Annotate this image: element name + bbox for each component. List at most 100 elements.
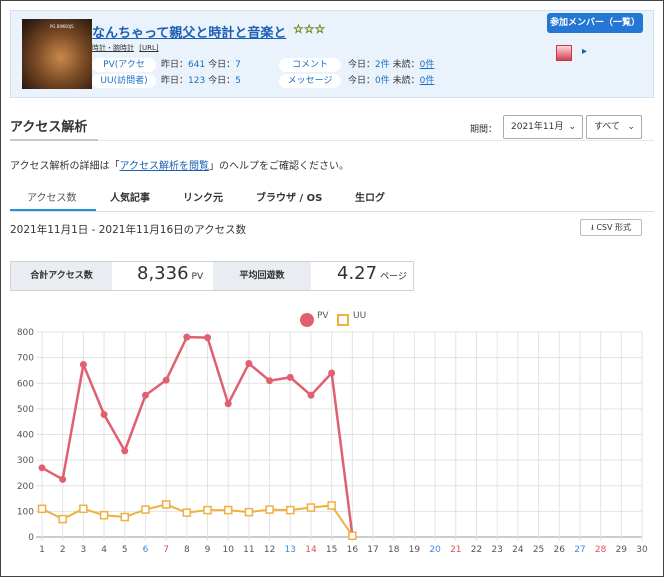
help-link[interactable]: アクセス解析を閲覧	[120, 161, 210, 172]
x-tick-label: 15	[326, 545, 337, 552]
pv-point	[79, 361, 87, 369]
csv-button-label: CSV 形式	[596, 223, 632, 232]
csv-export-button[interactable]: ⭳ CSV 形式	[580, 219, 642, 236]
period-select-value: 2021年11月	[511, 122, 564, 132]
tab-raw-log[interactable]: 生ログ	[355, 189, 385, 204]
x-tick-label: 27	[574, 545, 585, 552]
period-label: 期間：	[470, 125, 498, 135]
y-tick-label: 500	[17, 405, 34, 415]
pv-point	[100, 411, 108, 419]
x-tick-label: 20	[429, 545, 441, 552]
x-tick-label: 7	[163, 545, 169, 552]
uu-label: UU(訪問者)	[92, 74, 156, 88]
uu-point	[120, 512, 130, 522]
date-range-text: 2021年11月1日 - 2021年11月16日のアクセス数	[10, 224, 247, 236]
x-tick-label: 21	[450, 545, 461, 552]
tab-referrers[interactable]: リンク元	[183, 189, 223, 204]
y-tick-label: 200	[17, 482, 34, 492]
tab-popular-articles[interactable]: 人気記事	[110, 189, 150, 204]
blog-sublinks: 時計・腕時計 [URL]	[92, 43, 162, 53]
uu-point	[244, 507, 254, 517]
avg-pages-value: 4.27 ページ	[337, 263, 407, 284]
x-tick-label: 22	[471, 545, 482, 552]
pv-point	[183, 333, 191, 341]
uu-point	[223, 505, 233, 515]
avg-pages-label: 平均回遊数	[213, 262, 311, 290]
pv-point	[245, 360, 253, 368]
chevron-right-icon[interactable]: ▸	[582, 46, 587, 57]
x-tick-label: 14	[305, 545, 317, 552]
pv-point	[141, 391, 149, 399]
chevron-down-icon: ⌄	[627, 122, 635, 132]
y-tick-label: 300	[17, 456, 34, 466]
x-tick-label: 11	[243, 545, 254, 552]
page-title: アクセス解析	[10, 120, 88, 135]
uu-point	[306, 503, 316, 512]
message-stats: 今日：0件 未読：0件	[348, 76, 435, 86]
x-tick-label: 25	[533, 545, 544, 552]
active-tab-indicator	[10, 209, 96, 211]
y-tick-label: 800	[17, 328, 34, 338]
pv-point	[286, 373, 294, 381]
uu-point	[348, 531, 357, 540]
pv-label: PV(アクセス)	[92, 58, 156, 84]
tabs-divider	[10, 211, 654, 212]
pv-point	[328, 369, 336, 377]
x-tick-label: 2	[60, 545, 66, 552]
comment-unread-link[interactable]: 0件	[420, 60, 435, 70]
y-tick-label: 700	[17, 354, 34, 364]
x-tick-label: 6	[143, 545, 149, 552]
pv-point	[307, 391, 315, 399]
divider	[98, 140, 654, 141]
chevron-down-icon: ⌄	[568, 122, 576, 132]
x-tick-label: 12	[264, 545, 275, 552]
help-text: アクセス解析の詳細は「アクセス解析を閲覧」のヘルプをご確認ください。	[10, 161, 349, 172]
member-list-button[interactable]: 参加メンバー（一覧）	[547, 13, 643, 33]
pv-stats: 昨日：641 今日：7	[161, 60, 241, 70]
x-tick-label: 8	[184, 545, 190, 552]
uu-point	[182, 508, 192, 517]
blog-thumbnail[interactable]: PG BIMBOJS	[22, 19, 92, 89]
x-tick-label: 26	[554, 545, 566, 552]
pv-point	[204, 334, 212, 342]
tab-access-count[interactable]: アクセス数	[27, 189, 77, 204]
pv-point	[59, 475, 67, 483]
x-tick-label: 10	[222, 545, 234, 552]
x-tick-label: 5	[122, 545, 128, 552]
thumbnail-caption: PG BIMBOJS	[50, 24, 74, 29]
x-tick-label: 3	[81, 545, 87, 552]
uu-point	[37, 504, 47, 514]
pv-point	[121, 447, 129, 455]
uu-point	[265, 505, 274, 514]
x-tick-label: 24	[512, 545, 524, 552]
y-tick-label: 600	[17, 379, 34, 389]
blog-title[interactable]: なんちゃって親父と時計と音楽と	[92, 22, 286, 41]
x-tick-label: 19	[409, 545, 421, 552]
uu-point	[203, 505, 212, 515]
blog-header: PG BIMBOJS なんちゃって親父と時計と音楽と ☆☆☆ 時計・腕時計 [U…	[10, 10, 654, 98]
uu-point	[99, 510, 109, 520]
uu-stats: 昨日：123 今日：5	[161, 76, 241, 86]
category-link[interactable]: 時計・腕時計	[92, 44, 134, 52]
pv-point	[38, 464, 46, 472]
download-icon: ⭳	[590, 223, 594, 232]
title-underline	[10, 139, 98, 141]
y-tick-label: 100	[17, 507, 34, 517]
message-unread-link[interactable]: 0件	[420, 76, 435, 86]
x-tick-label: 23	[491, 545, 502, 552]
x-tick-label: 29	[616, 545, 628, 552]
pv-point	[266, 377, 274, 385]
x-tick-label: 28	[595, 545, 607, 552]
x-tick-label: 9	[205, 545, 211, 552]
url-link[interactable]: [URL]	[139, 44, 158, 52]
x-tick-label: 18	[388, 545, 400, 552]
period-select[interactable]: 2021年11月 ⌄	[503, 115, 583, 139]
filter-select[interactable]: すべて ⌄	[586, 115, 642, 139]
series-line-pv	[41, 335, 354, 536]
uu-point	[58, 514, 67, 524]
x-tick-label: 1	[39, 545, 45, 552]
avatar[interactable]	[556, 45, 572, 61]
x-tick-label: 13	[285, 545, 296, 552]
tab-browser-os[interactable]: ブラウザ / OS	[256, 189, 322, 204]
comment-label: コメント	[279, 58, 341, 72]
